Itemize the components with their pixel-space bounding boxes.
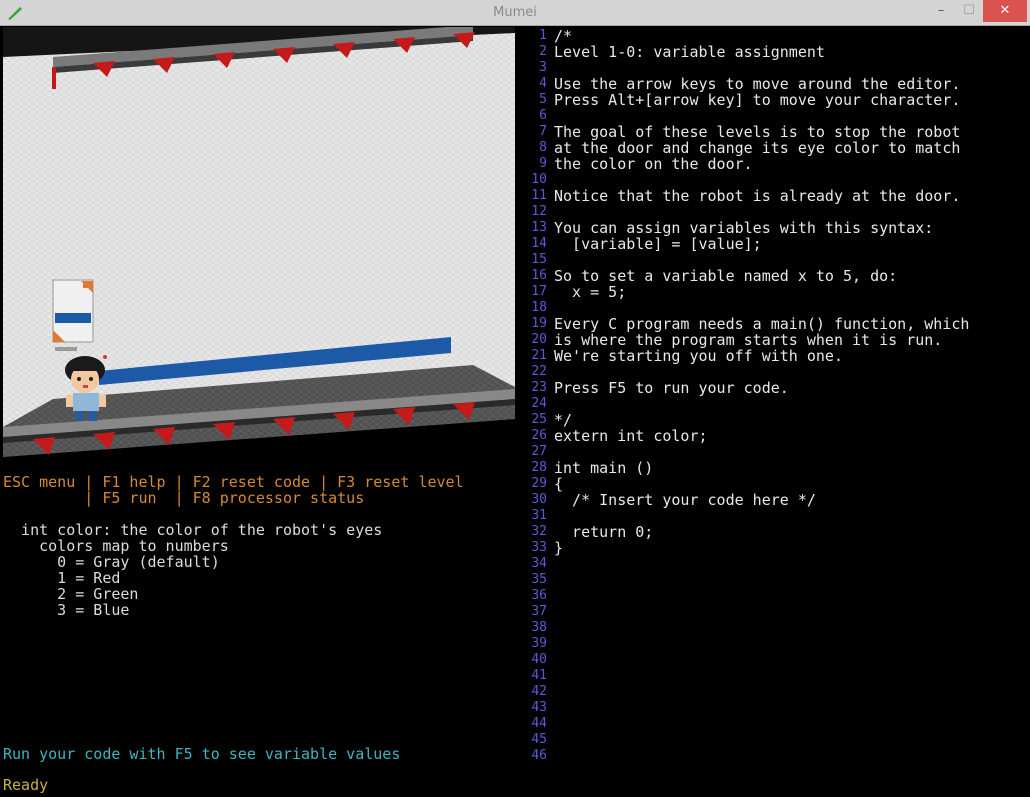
game-viewport[interactable] xyxy=(3,27,515,460)
line-number: 23 xyxy=(531,380,547,395)
line-number: 9 xyxy=(539,156,547,171)
menu-shortcuts-line-2: | F5 run | F8 processor status xyxy=(3,489,365,507)
line-number: 46 xyxy=(531,748,547,763)
line-number: 22 xyxy=(531,364,547,379)
code-line[interactable]: the color on the door. xyxy=(554,156,753,172)
line-number: 15 xyxy=(531,252,547,267)
code-line[interactable]: So to set a variable named x to 5, do: xyxy=(554,268,897,284)
code-line[interactable]: int main () xyxy=(554,460,653,476)
line-number: 45 xyxy=(531,732,547,747)
line-number: 37 xyxy=(531,604,547,619)
minimize-button[interactable]: – xyxy=(927,0,955,22)
line-number: 16 xyxy=(531,268,547,283)
status-text: Ready xyxy=(3,776,49,794)
code-line[interactable]: [variable] = [value]; xyxy=(554,236,762,252)
color-option-0: 0 = Gray (default) xyxy=(3,553,220,571)
line-number: 39 xyxy=(531,636,547,651)
line-number: 31 xyxy=(531,508,547,523)
line-number: 44 xyxy=(531,716,547,731)
line-number: 29 xyxy=(531,476,547,491)
line-number: 36 xyxy=(531,588,547,603)
code-line[interactable]: extern int color; xyxy=(554,428,708,444)
line-number: 25 xyxy=(531,412,547,427)
code-line[interactable]: We're starting you off with one. xyxy=(554,348,843,364)
line-number: 42 xyxy=(531,684,547,699)
line-number: 35 xyxy=(531,572,547,587)
line-number: 17 xyxy=(531,284,547,299)
line-number: 13 xyxy=(531,220,547,235)
line-number: 26 xyxy=(531,428,547,443)
line-number: 14 xyxy=(531,236,547,251)
code-line[interactable]: */ xyxy=(554,412,572,428)
line-number: 19 xyxy=(531,316,547,331)
line-number: 8 xyxy=(539,140,547,155)
code-line[interactable]: Press Alt+[arrow key] to move your chara… xyxy=(554,92,960,108)
line-number: 2 xyxy=(539,44,547,59)
code-line[interactable]: The goal of these levels is to stop the … xyxy=(554,124,960,140)
robot-eye-marker xyxy=(103,355,107,359)
line-number: 4 xyxy=(539,76,547,91)
console-panel: ESC menu | F1 help | F2 reset code | F3 … xyxy=(3,463,515,793)
code-line[interactable]: /* Insert your code here */ xyxy=(554,492,816,508)
line-number: 40 xyxy=(531,652,547,667)
line-number: 30 xyxy=(531,492,547,507)
code-line[interactable]: Press F5 to run your code. xyxy=(554,380,789,396)
maximize-button[interactable]: ☐ xyxy=(955,0,983,22)
game-scene xyxy=(3,27,515,457)
color-option-3: 3 = Blue xyxy=(3,601,130,619)
code-line[interactable]: Level 1-0: variable assignment xyxy=(554,44,825,60)
code-editor[interactable]: 1 2 3 4 5 6 7 8 9 10 11 12 13 14 15 16 17 18 19 20 21 22 23 24 2… xyxy=(517,27,1030,793)
run-hint: Run your code with F5 to see variable va… xyxy=(3,745,401,763)
line-number: 21 xyxy=(531,348,547,363)
window-title: Mumei xyxy=(493,5,537,20)
colors-map-heading: colors map to numbers xyxy=(3,537,229,555)
code-line[interactable]: /* xyxy=(554,28,572,44)
code-line[interactable] xyxy=(554,508,572,524)
line-number: 24 xyxy=(531,396,547,411)
code-line[interactable]: is where the program starts when it is r… xyxy=(554,332,942,348)
line-number: 32 xyxy=(531,524,547,539)
line-number: 18 xyxy=(531,300,547,315)
line-number: 20 xyxy=(531,332,547,347)
line-number: 38 xyxy=(531,620,547,635)
line-number: 3 xyxy=(539,60,547,75)
color-option-1: 1 = Red xyxy=(3,569,121,587)
line-number: 11 xyxy=(531,188,547,203)
code-line[interactable]: Notice that the robot is already at the … xyxy=(554,188,960,204)
code-line[interactable]: } xyxy=(554,540,563,556)
line-number: 1 xyxy=(539,28,547,43)
code-line[interactable]: You can assign variables with this synta… xyxy=(554,220,933,236)
line-number: 28 xyxy=(531,460,547,475)
line-number: 6 xyxy=(539,108,547,123)
line-number: 27 xyxy=(531,444,547,459)
title-bar[interactable]: Mumei – ☐ ✕ xyxy=(0,0,1030,26)
code-line[interactable]: { xyxy=(554,476,563,492)
line-number: 43 xyxy=(531,700,547,715)
line-number: 7 xyxy=(539,124,547,139)
variable-description: int color: the color of the robot's eyes xyxy=(3,521,383,539)
code-line[interactable]: at the door and change its eye color to … xyxy=(554,140,960,156)
door-panel xyxy=(52,279,94,351)
line-number-gutter: 1 2 3 4 5 6 7 8 9 10 11 12 13 14 15 16 17 18 19 20 21 22 23 24 2… xyxy=(517,27,547,793)
color-option-2: 2 = Green xyxy=(3,585,139,603)
code-line[interactable]: Every C program needs a main() function,… xyxy=(554,316,969,332)
line-number: 12 xyxy=(531,204,547,219)
line-number: 33 xyxy=(531,540,547,555)
line-number: 10 xyxy=(531,172,547,187)
close-button[interactable]: ✕ xyxy=(983,0,1027,22)
line-number: 5 xyxy=(539,92,547,107)
line-number: 34 xyxy=(531,556,547,571)
code-line[interactable]: x = 5; xyxy=(554,284,626,300)
code-line[interactable]: Use the arrow keys to move around the ed… xyxy=(554,76,960,92)
line-number: 41 xyxy=(531,668,547,683)
menu-shortcuts-line-1: ESC menu | F1 help | F2 reset code | F3 … xyxy=(3,473,464,491)
code-line[interactable]: return 0; xyxy=(554,524,653,540)
